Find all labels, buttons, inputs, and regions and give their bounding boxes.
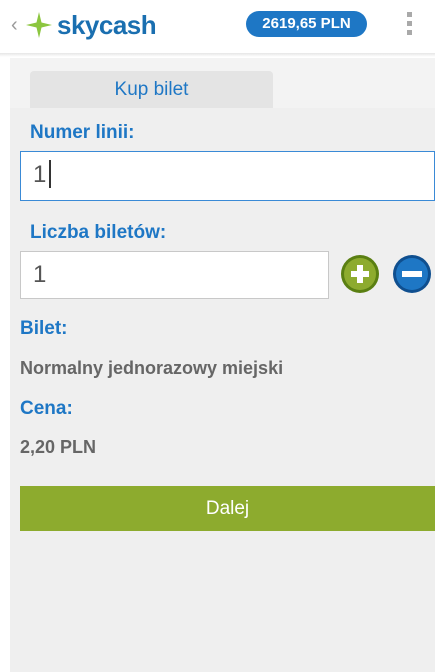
logo-text: skycash <box>57 9 157 40</box>
plus-circle-icon <box>341 255 379 293</box>
price-value: 2,20 PLN <box>20 437 97 457</box>
overflow-menu-icon[interactable] <box>405 12 413 40</box>
ticket-label: Bilet: <box>20 318 68 339</box>
ticket-count-input[interactable]: 1 <box>20 251 329 299</box>
back-chevron-icon[interactable]: ‹ <box>11 13 18 37</box>
action-bar-shadow <box>0 53 435 57</box>
tab-kup-bilet[interactable]: Kup bilet <box>30 71 273 108</box>
star-cross-icon <box>26 12 52 38</box>
skycash-logo[interactable]: skycash <box>25 8 157 42</box>
line-number-input[interactable]: 1 <box>20 151 435 201</box>
price-label: Cena: <box>20 398 73 419</box>
decrement-button[interactable] <box>392 254 432 294</box>
action-bar: ‹ skycash 2619,65 PLN <box>0 0 435 56</box>
next-button[interactable]: Dalej <box>20 486 435 531</box>
ticket-count-label: Liczba biletów: <box>30 222 167 243</box>
ticket-count-value: 1 <box>33 261 47 288</box>
line-number-label: Numer linii: <box>30 122 135 143</box>
balance-badge[interactable]: 2619,65 PLN <box>246 11 367 37</box>
ticket-value: Normalny jednorazowy miejski <box>20 358 284 378</box>
increment-button[interactable] <box>340 254 380 294</box>
line-number-value: 1 <box>33 161 47 188</box>
minus-circle-icon <box>393 255 431 293</box>
text-caret <box>49 159 52 188</box>
